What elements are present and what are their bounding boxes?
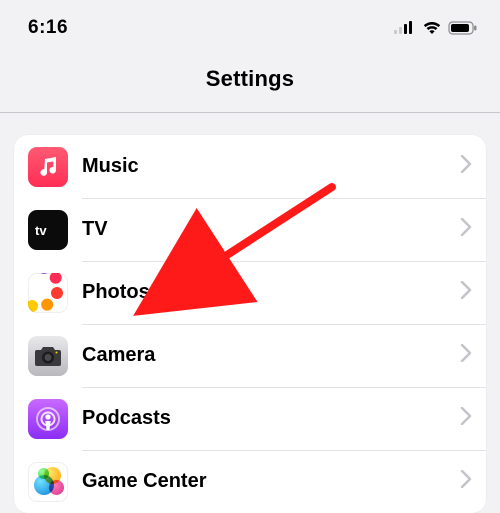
- status-icons: [394, 21, 478, 35]
- settings-row-photos[interactable]: Photos: [14, 261, 486, 324]
- settings-row-gamecenter[interactable]: Game Center: [14, 450, 486, 513]
- photos-icon: [28, 273, 68, 313]
- svg-text:tv: tv: [35, 223, 47, 238]
- settings-row-music[interactable]: Music: [14, 135, 486, 198]
- row-label: Podcasts: [82, 407, 460, 430]
- chevron-right-icon: [460, 470, 472, 493]
- chevron-right-icon: [460, 155, 472, 178]
- settings-row-podcasts[interactable]: Podcasts: [14, 387, 486, 450]
- page-title: Settings: [0, 66, 500, 92]
- row-label: Camera: [82, 344, 460, 367]
- chevron-right-icon: [460, 407, 472, 430]
- row-label: Photos: [82, 281, 460, 304]
- chevron-right-icon: [460, 344, 472, 367]
- status-time: 6:16: [28, 17, 68, 39]
- settings-row-camera[interactable]: Camera: [14, 324, 486, 387]
- podcasts-icon: [28, 399, 68, 439]
- chevron-right-icon: [460, 218, 472, 241]
- row-label: TV: [82, 218, 460, 241]
- battery-icon: [448, 21, 478, 35]
- settings-list: Music tv TV Photos: [14, 135, 486, 513]
- row-label: Music: [82, 155, 460, 178]
- page-header: Settings: [0, 44, 500, 113]
- cellular-icon: [394, 21, 416, 35]
- row-label: Game Center: [82, 470, 460, 493]
- music-icon: [28, 147, 68, 187]
- status-bar: 6:16: [0, 0, 500, 44]
- gamecenter-icon: [28, 462, 68, 502]
- settings-row-tv[interactable]: tv TV: [14, 198, 486, 261]
- tv-icon: tv: [28, 210, 68, 250]
- chevron-right-icon: [460, 281, 472, 304]
- camera-icon: [28, 336, 68, 376]
- wifi-icon: [422, 21, 442, 35]
